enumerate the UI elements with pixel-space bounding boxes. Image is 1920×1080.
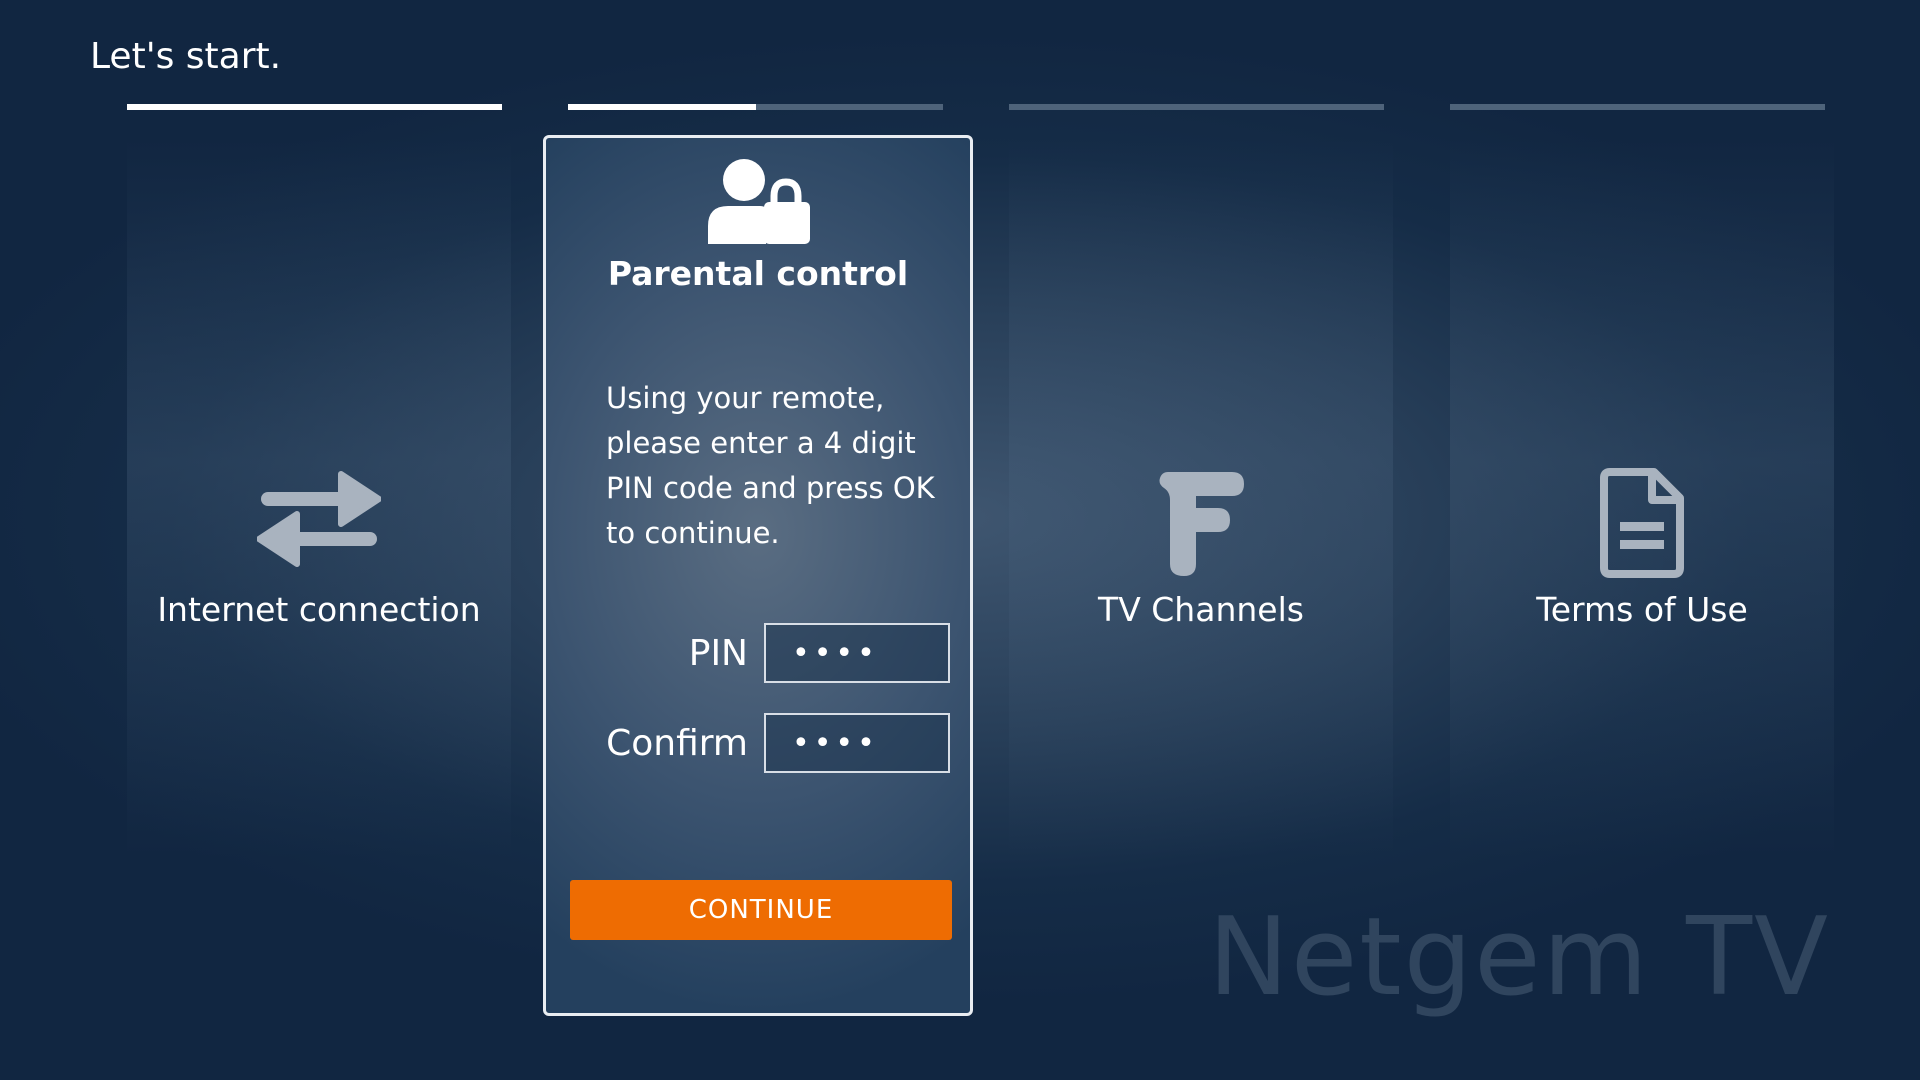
confirm-label: Confirm: [606, 723, 748, 764]
netgem-logo-icon: [1009, 468, 1393, 578]
progress-bar-channels: [1009, 104, 1384, 110]
confirm-row: Confirm: [546, 713, 976, 773]
progress-bar-parental: [568, 104, 943, 110]
confirm-pin-input[interactable]: [764, 713, 950, 773]
pin-row: PIN: [546, 623, 976, 683]
step-internet-connection[interactable]: Internet connection: [127, 138, 511, 858]
step-label-channels: TV Channels: [1098, 590, 1304, 629]
parental-control-instructions: Using your remote, please enter a 4 digi…: [606, 381, 935, 550]
document-icon: [1450, 468, 1834, 578]
parental-control-title: Parental control: [607, 254, 909, 293]
step-label-internet: Internet connection: [157, 590, 481, 629]
parental-control-card: Parental control Using your remote, plea…: [543, 135, 973, 1016]
brand-watermark: Netgem TV: [1208, 895, 1830, 1020]
user-lock-icon: [546, 158, 970, 244]
step-label-terms: Terms of Use: [1536, 590, 1748, 629]
step-terms-of-use[interactable]: Terms of Use: [1450, 138, 1834, 858]
pin-input[interactable]: [764, 623, 950, 683]
progress-bar-internet: [127, 104, 502, 110]
progress-fill-parental: [568, 104, 756, 110]
arrows-exchange-icon: [127, 468, 511, 568]
progress-bar-terms: [1450, 104, 1825, 110]
step-tv-channels[interactable]: TV Channels: [1009, 138, 1393, 858]
continue-button[interactable]: CONTINUE: [570, 880, 952, 940]
page-title: Let's start.: [90, 36, 282, 77]
progress-fill-internet: [127, 104, 502, 110]
pin-label: PIN: [688, 633, 748, 674]
